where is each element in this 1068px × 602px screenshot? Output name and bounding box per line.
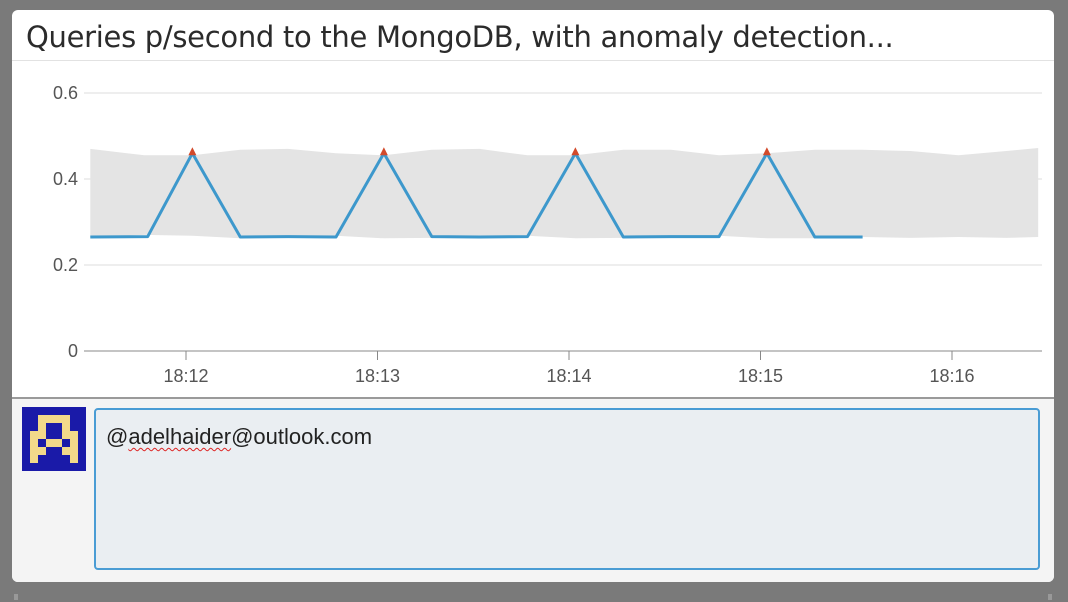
panel-header: Queries p/second to the MongoDB, with an…: [12, 10, 1054, 61]
avatar-pixel: [70, 439, 78, 447]
x-tick-label: 18:15: [738, 366, 783, 386]
avatar-pixel: [62, 431, 70, 439]
avatar-pixel: [30, 431, 38, 439]
avatar-pixel: [70, 455, 78, 463]
avatar-pixel: [30, 447, 38, 455]
avatar-pixel: [70, 447, 78, 455]
avatar-pixel: [38, 415, 46, 423]
comment-area: @adelhaider@outlook.com: [12, 399, 1054, 582]
avatar-pixel: [54, 439, 62, 447]
y-tick-label: 0: [68, 341, 78, 361]
x-tick-label: 18:13: [355, 366, 400, 386]
avatar-pixel: [30, 455, 38, 463]
y-tick-label: 0.4: [53, 169, 78, 189]
avatar-pixel: [54, 415, 62, 423]
user-avatar: [22, 407, 86, 471]
comment-text-suffix: @outlook.com: [231, 424, 373, 449]
avatar-pixel: [46, 415, 54, 423]
resize-handle-right[interactable]: [1048, 594, 1052, 600]
panel-title[interactable]: Queries p/second to the MongoDB, with an…: [26, 20, 894, 54]
avatar-pixel: [46, 439, 54, 447]
avatar-pixel: [70, 431, 78, 439]
anomaly-marker: [571, 147, 580, 156]
anomaly-marker: [762, 147, 771, 156]
chart-panel: Queries p/second to the MongoDB, with an…: [12, 10, 1054, 582]
x-tick-label: 18:14: [546, 366, 591, 386]
comment-text-prefix: @: [106, 424, 129, 449]
y-tick-label: 0.6: [53, 83, 78, 103]
avatar-pixel: [62, 447, 70, 455]
comment-input[interactable]: @adelhaider@outlook.com: [94, 408, 1040, 570]
avatar-pixel: [30, 439, 38, 447]
resize-handle-left[interactable]: [14, 594, 18, 600]
avatar-pixel: [38, 447, 46, 455]
avatar-pixel: [38, 423, 46, 431]
y-tick-label: 0.2: [53, 255, 78, 275]
avatar-pixel: [62, 415, 70, 423]
avatar-pixel: [62, 423, 70, 431]
x-tick-label: 18:12: [163, 366, 208, 386]
avatar-pixel: [38, 431, 46, 439]
chart-area[interactable]: 0 0.2 0.4 0.6 18:12 18:13 18:14 18:15 18:16: [12, 61, 1054, 398]
line-chart[interactable]: 0 0.2 0.4 0.6 18:12 18:13 18:14 18:15 18:16: [12, 61, 1054, 398]
x-tick-label: 18:16: [929, 366, 974, 386]
anomaly-marker: [379, 147, 388, 156]
anomaly-marker: [188, 147, 197, 156]
comment-text-misspelled: adelhaider: [128, 424, 232, 449]
